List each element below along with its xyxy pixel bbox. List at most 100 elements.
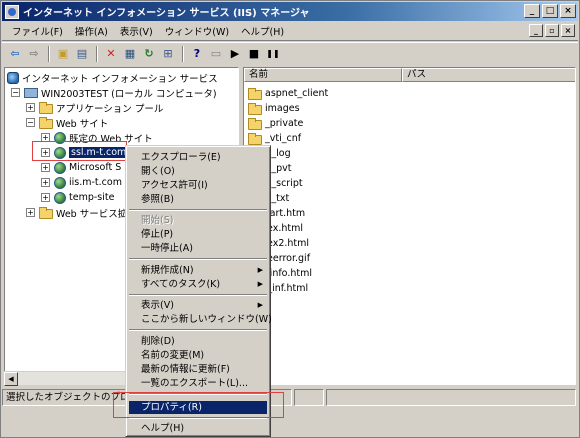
tree-item-web-sites[interactable]: − Web サイト (26, 115, 108, 130)
expand-icon[interactable]: + (41, 163, 50, 172)
tree-label: iis.m-t.com (69, 177, 122, 188)
menu-item-browse[interactable]: 参照(B) (129, 193, 267, 206)
back-icon[interactable]: ⇦ (6, 45, 24, 63)
highlight-box-selected-site (32, 141, 127, 161)
menu-view[interactable]: 表示(V) (114, 24, 159, 38)
close-button[interactable]: × (560, 4, 576, 18)
menu-item-start: 開始(S) (141, 215, 174, 226)
menu-item-export[interactable]: 一覧のエクスポート(L)... (129, 377, 267, 390)
menu-item-help[interactable]: ヘルプ(H) (129, 422, 267, 435)
column-header-path[interactable]: パス (402, 68, 575, 82)
tree-label: アプリケーション プール (56, 103, 164, 115)
list-item[interactable]: aspnet_client (248, 86, 328, 101)
status-cell-empty (326, 388, 576, 406)
menu-bar: ファイル(F) 操作(A) 表示(V) ウィンドウ(W) ヘルプ(H) _ ▫ … (2, 22, 578, 41)
mdi-restore-button[interactable]: ▫ (545, 24, 559, 37)
list-header: 名前 パス (244, 68, 575, 82)
mdi-close-button[interactable]: × (561, 24, 575, 37)
list-item[interactable]: _vti_cnf (248, 131, 301, 146)
menu-separator (129, 209, 267, 211)
status-cell-empty (294, 388, 324, 406)
menu-separator (129, 258, 267, 260)
toolbar: ⇦ ⇨ ▣ ▤ ✕ ▦ ↻ ⊞ ? ▭ ▶ ■ ❚❚ (2, 42, 578, 64)
properties-icon[interactable]: ▦ (121, 45, 139, 63)
list-item-label: aspnet_client (265, 88, 329, 99)
collapse-icon[interactable]: − (26, 118, 35, 127)
folder-icon (39, 101, 53, 114)
mdi-controls: _ ▫ × (527, 24, 575, 37)
menu-window[interactable]: ウィンドウ(W) (159, 24, 235, 38)
menu-item-delete[interactable]: 削除(D) (129, 335, 267, 348)
folder-icon (248, 87, 262, 100)
tree-item-temp-site[interactable]: + temp-site (41, 190, 114, 205)
list-item-label: images (265, 103, 300, 114)
toolbar-separator (96, 45, 98, 62)
list-item-label: _private (265, 118, 304, 129)
stop-icon[interactable]: ■ (245, 45, 263, 63)
delete-icon[interactable]: ✕ (102, 45, 120, 63)
expand-icon[interactable]: + (41, 193, 50, 202)
menu-help[interactable]: ヘルプ(H) (235, 24, 290, 38)
minimize-button[interactable]: _ (524, 4, 540, 18)
tree-label: インターネット インフォメーション サービス (22, 73, 218, 85)
menu-item-permissions[interactable]: アクセス許可(I) (129, 179, 267, 192)
list-item[interactable]: _private (248, 116, 303, 131)
folder-icon (248, 117, 262, 130)
menu-item-all-tasks[interactable]: すべてのタスク(K) ▶ (129, 278, 267, 291)
menu-item-stop[interactable]: 停止(P) (129, 228, 267, 241)
refresh-icon[interactable]: ↻ (140, 45, 158, 63)
scroll-left-icon[interactable]: ◀ (4, 372, 18, 386)
tree-item-server[interactable]: − WIN2003TEST (ローカル コンピュータ) (11, 85, 217, 100)
tree-label: WIN2003TEST (ローカル コンピュータ) (41, 88, 217, 100)
content-list-pane[interactable]: 名前 パス aspnet_clientimages _private _vti_cn… (243, 67, 576, 385)
mdi-minimize-button[interactable]: _ (529, 24, 543, 37)
menu-separator (129, 329, 267, 331)
menu-item-explorer[interactable]: エクスプローラ(E) (129, 151, 267, 164)
expand-icon[interactable]: + (26, 103, 35, 112)
menu-file[interactable]: ファイル(F) (6, 24, 69, 38)
submenu-arrow-icon: ▶ (257, 280, 263, 288)
tree-item-extensions[interactable]: + Web サービス拡張 (26, 205, 137, 220)
tree-label: Web サイト (56, 118, 109, 130)
forward-icon[interactable]: ⇨ (25, 45, 43, 63)
toolbar-separator (182, 45, 184, 62)
maximize-button[interactable]: □ (542, 4, 558, 18)
up-folder-icon[interactable]: ▣ (54, 45, 72, 63)
menu-item-open[interactable]: 開く(O) (129, 165, 267, 178)
start-icon[interactable]: ▶ (226, 45, 244, 63)
globe-icon (54, 161, 66, 174)
menu-item-new-window[interactable]: ここから新しいウィンドウ(W) (129, 313, 272, 326)
tree-item-root[interactable]: インターネット インフォメーション サービス (7, 70, 218, 85)
submenu-arrow-icon: ▶ (257, 266, 263, 274)
title-bar[interactable]: インターネット インフォメーション サービス (IIS) マネージャ _ □ × (2, 2, 578, 21)
menu-item-pause[interactable]: 一時停止(A) (129, 242, 267, 255)
menu-item-label: すべてのタスク(K) (141, 279, 221, 290)
collapse-icon[interactable]: − (11, 88, 20, 97)
status-bar: 選択したオブジェクトのプロパ (2, 387, 578, 407)
tree-item-iis-site[interactable]: + iis.m-t.com (41, 175, 122, 190)
list-item[interactable]: images (248, 101, 300, 116)
help-icon[interactable]: ? (188, 45, 206, 63)
pause-icon[interactable]: ❚❚ (264, 45, 282, 63)
iis-app-icon (5, 4, 19, 19)
export-list-icon[interactable]: ⊞ (159, 45, 177, 63)
list-item-label: _vti_cnf (265, 133, 302, 144)
folder-icon (39, 206, 53, 219)
folder-icon (248, 102, 262, 115)
menu-item-view[interactable]: 表示(V) ▶ (129, 299, 267, 312)
menu-item-label: 表示(V) (141, 300, 174, 311)
expand-icon[interactable]: + (26, 208, 35, 217)
column-header-name[interactable]: 名前 (244, 68, 402, 82)
menu-item-rename[interactable]: 名前の変更(M) (129, 349, 267, 362)
menu-item-refresh[interactable]: 最新の情報に更新(F) (129, 363, 267, 376)
tree-item-app-pools[interactable]: + アプリケーション プール (26, 100, 163, 115)
iis-icon (7, 71, 19, 84)
menu-action[interactable]: 操作(A) (69, 24, 114, 38)
computer-icon[interactable]: ▭ (207, 45, 225, 63)
menu-item-new[interactable]: 新規作成(N) ▶ (129, 264, 267, 277)
menu-separator (129, 294, 267, 296)
tree-item-microsoft-site[interactable]: + Microsoft S (41, 160, 121, 175)
show-hide-tree-icon[interactable]: ▤ (73, 45, 91, 63)
folder-icon (39, 116, 53, 129)
expand-icon[interactable]: + (41, 178, 50, 187)
